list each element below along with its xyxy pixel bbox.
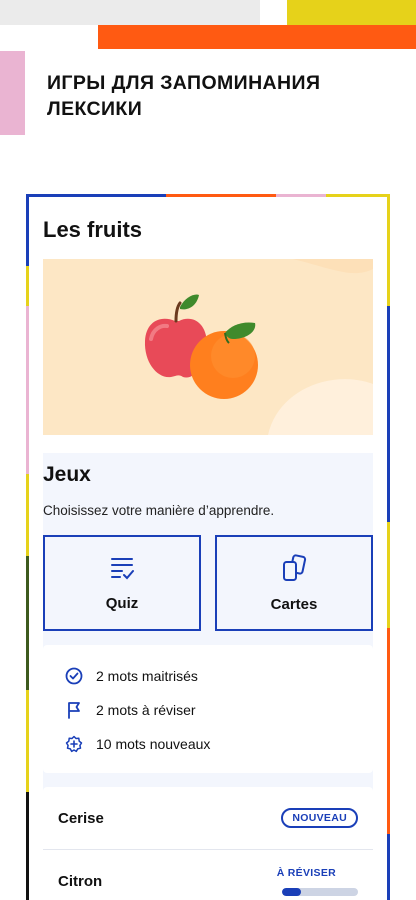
word-list: Cerise NOUVEAU Citron À RÉVISER (43, 787, 373, 900)
stat-new: 10 mots nouveaux (65, 735, 210, 753)
word-item-cerise[interactable]: Cerise NOUVEAU (43, 787, 373, 849)
word-name: Cerise (58, 810, 104, 827)
stat-mastered: 2 mots maitrisés (65, 667, 198, 685)
cards-button[interactable]: Cartes (215, 535, 373, 631)
cards-label: Cartes (270, 595, 318, 613)
decor-stripe-pink (0, 51, 25, 135)
word-name: Citron (58, 873, 103, 890)
card-title: Les fruits (43, 217, 143, 242)
review-progress-fill (282, 888, 301, 896)
progress-stats: 2 mots maitrisés 2 mots à réviser 10 mot… (43, 645, 373, 773)
stat-new-text: 10 mots nouveaux (96, 736, 211, 752)
status-badge-new: NOUVEAU (281, 808, 358, 828)
stat-review: 2 mots à réviser (65, 701, 196, 719)
decor-stripe-grey (0, 0, 260, 25)
decor-stripe-orange (98, 25, 416, 49)
plus-badge-icon (65, 735, 83, 753)
stat-review-text: 2 mots à réviser (96, 702, 196, 718)
word-item-citron[interactable]: Citron À RÉVISER (43, 850, 373, 900)
cards-icon (283, 553, 307, 581)
quiz-label: Quiz (105, 594, 139, 612)
quiz-button[interactable]: Quiz (43, 535, 201, 631)
fruit-illustration (43, 259, 373, 435)
flag-icon (68, 702, 80, 719)
games-title: Jeux (43, 463, 91, 486)
decor-stripe-yellow (287, 0, 416, 25)
screen: ИГРЫ ДЛЯ ЗАПОМИНАНИЯ ЛЕКСИКИ Les fruits (0, 0, 416, 900)
stat-mastered-text: 2 mots maitrisés (96, 668, 198, 684)
check-circle-icon (65, 667, 83, 685)
checklist-icon (111, 557, 134, 579)
games-section: Jeux Choisissez votre manière d’apprendr… (43, 453, 373, 900)
review-progress-bar (282, 888, 358, 896)
games-subtitle: Choisissez votre manière d’apprendre. (43, 503, 275, 518)
apple-orange-image (43, 259, 373, 435)
page-title: ИГРЫ ДЛЯ ЗАПОМИНАНИЯ ЛЕКСИКИ (47, 72, 321, 120)
fruits-card: Les fruits Jeux Choisissez votre manière (29, 197, 387, 900)
status-review: À RÉVISER (276, 867, 336, 879)
